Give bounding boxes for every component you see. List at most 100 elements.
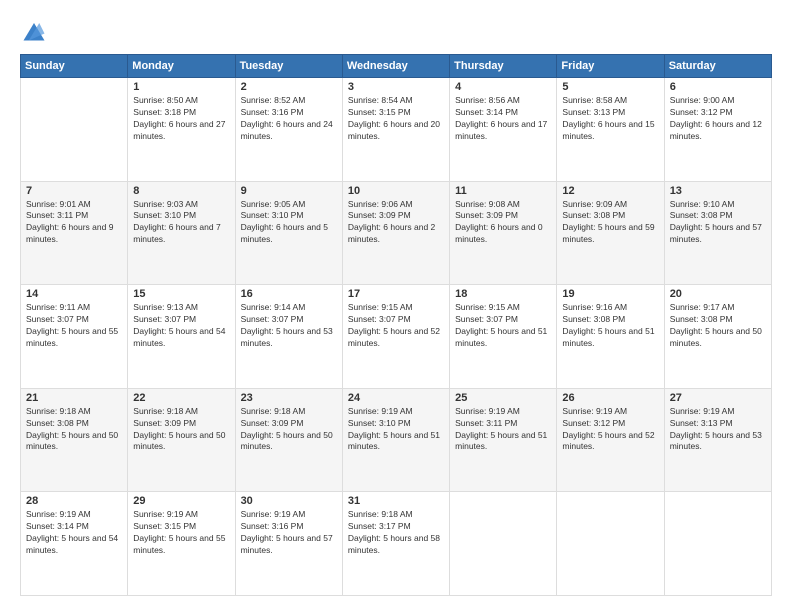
weekday-header: Wednesday — [342, 55, 449, 78]
day-info: Sunrise: 9:18 AMSunset: 3:09 PMDaylight:… — [133, 406, 229, 454]
day-number: 26 — [562, 392, 658, 404]
day-info: Sunrise: 9:08 AMSunset: 3:09 PMDaylight:… — [455, 199, 551, 247]
calendar-cell — [21, 78, 128, 182]
calendar-cell: 13 Sunrise: 9:10 AMSunset: 3:08 PMDayligh… — [664, 181, 771, 285]
day-number: 17 — [348, 288, 444, 300]
weekday-header: Saturday — [664, 55, 771, 78]
day-info: Sunrise: 9:18 AMSunset: 3:08 PMDaylight:… — [26, 406, 122, 454]
calendar-week-row: 1 Sunrise: 8:50 AMSunset: 3:18 PMDaylight… — [21, 78, 772, 182]
calendar-table: SundayMondayTuesdayWednesdayThursdayFrid… — [20, 54, 772, 596]
weekday-header: Monday — [128, 55, 235, 78]
calendar-cell: 26 Sunrise: 9:19 AMSunset: 3:12 PMDayligh… — [557, 388, 664, 492]
calendar-cell: 18 Sunrise: 9:15 AMSunset: 3:07 PMDayligh… — [450, 285, 557, 389]
day-info: Sunrise: 9:18 AMSunset: 3:09 PMDaylight:… — [241, 406, 337, 454]
day-number: 13 — [670, 185, 766, 197]
calendar-cell: 28Sunrise: 9:19 AMSunset: 3:14 PMDayligh… — [21, 492, 128, 596]
calendar-cell: 24Sunrise: 9:19 AMSunset: 3:10 PMDayligh… — [342, 388, 449, 492]
calendar-cell — [450, 492, 557, 596]
day-number: 21 — [26, 392, 122, 404]
day-info: Sunrise: 9:19 AMSunset: 3:13 PMDaylight:… — [670, 406, 766, 454]
day-number: 14 — [26, 288, 122, 300]
calendar-cell: 5 Sunrise: 8:58 AMSunset: 3:13 PMDaylight… — [557, 78, 664, 182]
day-number: 6 — [670, 81, 766, 93]
calendar-cell: 16 Sunrise: 9:14 AMSunset: 3:07 PMDayligh… — [235, 285, 342, 389]
day-number: 20 — [670, 288, 766, 300]
day-number: 22 — [133, 392, 229, 404]
calendar-cell: 9 Sunrise: 9:05 AMSunset: 3:10 PMDaylight… — [235, 181, 342, 285]
day-number: 18 — [455, 288, 551, 300]
day-number: 9 — [241, 185, 337, 197]
calendar-cell: 17Sunrise: 9:15 AMSunset: 3:07 PMDayligh… — [342, 285, 449, 389]
day-number: 4 — [455, 81, 551, 93]
day-number: 1 — [133, 81, 229, 93]
calendar-cell: 3Sunrise: 8:54 AMSunset: 3:15 PMDaylight… — [342, 78, 449, 182]
calendar-cell: 10 Sunrise: 9:06 AMSunset: 3:09 PMDayligh… — [342, 181, 449, 285]
page: SundayMondayTuesdayWednesdayThursdayFrid… — [0, 0, 792, 612]
day-info: Sunrise: 9:03 AMSunset: 3:10 PMDaylight:… — [133, 199, 229, 247]
day-number: 31 — [348, 495, 444, 507]
day-info: Sunrise: 9:11 AMSunset: 3:07 PMDaylight:… — [26, 302, 122, 350]
logo — [20, 16, 52, 44]
calendar-week-row: 28Sunrise: 9:19 AMSunset: 3:14 PMDayligh… — [21, 492, 772, 596]
calendar-cell: 11 Sunrise: 9:08 AMSunset: 3:09 PMDayligh… — [450, 181, 557, 285]
calendar-cell: 21 Sunrise: 9:18 AMSunset: 3:08 PMDayligh… — [21, 388, 128, 492]
day-number: 27 — [670, 392, 766, 404]
day-number: 5 — [562, 81, 658, 93]
calendar-cell: 20 Sunrise: 9:17 AMSunset: 3:08 PMDayligh… — [664, 285, 771, 389]
day-number: 3 — [348, 81, 444, 93]
day-info: Sunrise: 9:18 AMSunset: 3:17 PMDaylight:… — [348, 509, 444, 557]
calendar-cell — [664, 492, 771, 596]
calendar-week-row: 14 Sunrise: 9:11 AMSunset: 3:07 PMDayligh… — [21, 285, 772, 389]
day-info: Sunrise: 8:52 AMSunset: 3:16 PMDaylight:… — [241, 95, 337, 143]
day-info: Sunrise: 9:05 AMSunset: 3:10 PMDaylight:… — [241, 199, 337, 247]
calendar-cell: 30Sunrise: 9:19 AMSunset: 3:16 PMDayligh… — [235, 492, 342, 596]
calendar-cell: 4Sunrise: 8:56 AMSunset: 3:14 PMDaylight… — [450, 78, 557, 182]
calendar-cell: 1 Sunrise: 8:50 AMSunset: 3:18 PMDaylight… — [128, 78, 235, 182]
calendar-cell: 7 Sunrise: 9:01 AMSunset: 3:11 PMDaylight… — [21, 181, 128, 285]
weekday-header: Friday — [557, 55, 664, 78]
calendar-cell: 22 Sunrise: 9:18 AMSunset: 3:09 PMDayligh… — [128, 388, 235, 492]
day-number: 16 — [241, 288, 337, 300]
day-number: 11 — [455, 185, 551, 197]
day-info: Sunrise: 9:15 AMSunset: 3:07 PMDaylight:… — [455, 302, 551, 350]
day-number: 15 — [133, 288, 229, 300]
day-number: 10 — [348, 185, 444, 197]
calendar-header-row: SundayMondayTuesdayWednesdayThursdayFrid… — [21, 55, 772, 78]
day-info: Sunrise: 9:13 AMSunset: 3:07 PMDaylight:… — [133, 302, 229, 350]
day-info: Sunrise: 8:50 AMSunset: 3:18 PMDaylight:… — [133, 95, 229, 143]
day-number: 23 — [241, 392, 337, 404]
weekday-header: Thursday — [450, 55, 557, 78]
day-info: Sunrise: 9:16 AMSunset: 3:08 PMDaylight:… — [562, 302, 658, 350]
day-info: Sunrise: 9:06 AMSunset: 3:09 PMDaylight:… — [348, 199, 444, 247]
day-info: Sunrise: 9:19 AMSunset: 3:12 PMDaylight:… — [562, 406, 658, 454]
calendar-cell: 2 Sunrise: 8:52 AMSunset: 3:16 PMDaylight… — [235, 78, 342, 182]
calendar-cell: 29 Sunrise: 9:19 AMSunset: 3:15 PMDayligh… — [128, 492, 235, 596]
day-number: 24 — [348, 392, 444, 404]
header — [20, 16, 772, 44]
calendar-cell: 8Sunrise: 9:03 AMSunset: 3:10 PMDaylight… — [128, 181, 235, 285]
calendar-cell: 23 Sunrise: 9:18 AMSunset: 3:09 PMDayligh… — [235, 388, 342, 492]
day-info: Sunrise: 9:00 AMSunset: 3:12 PMDaylight:… — [670, 95, 766, 143]
day-info: Sunrise: 9:09 AMSunset: 3:08 PMDaylight:… — [562, 199, 658, 247]
day-info: Sunrise: 9:01 AMSunset: 3:11 PMDaylight:… — [26, 199, 122, 247]
day-info: Sunrise: 9:19 AMSunset: 3:15 PMDaylight:… — [133, 509, 229, 557]
weekday-header: Tuesday — [235, 55, 342, 78]
day-info: Sunrise: 9:10 AMSunset: 3:08 PMDaylight:… — [670, 199, 766, 247]
day-info: Sunrise: 9:14 AMSunset: 3:07 PMDaylight:… — [241, 302, 337, 350]
day-number: 12 — [562, 185, 658, 197]
day-number: 2 — [241, 81, 337, 93]
calendar-cell — [557, 492, 664, 596]
calendar-cell: 6 Sunrise: 9:00 AMSunset: 3:12 PMDaylight… — [664, 78, 771, 182]
day-number: 29 — [133, 495, 229, 507]
day-number: 19 — [562, 288, 658, 300]
day-info: Sunrise: 9:17 AMSunset: 3:08 PMDaylight:… — [670, 302, 766, 350]
calendar-cell: 27 Sunrise: 9:19 AMSunset: 3:13 PMDayligh… — [664, 388, 771, 492]
calendar-cell: 19 Sunrise: 9:16 AMSunset: 3:08 PMDayligh… — [557, 285, 664, 389]
calendar-cell: 12 Sunrise: 9:09 AMSunset: 3:08 PMDayligh… — [557, 181, 664, 285]
calendar-cell: 31 Sunrise: 9:18 AMSunset: 3:17 PMDayligh… — [342, 492, 449, 596]
day-number: 25 — [455, 392, 551, 404]
day-number: 7 — [26, 185, 122, 197]
day-info: Sunrise: 8:58 AMSunset: 3:13 PMDaylight:… — [562, 95, 658, 143]
calendar-cell: 25 Sunrise: 9:19 AMSunset: 3:11 PMDayligh… — [450, 388, 557, 492]
day-info: Sunrise: 9:19 AMSunset: 3:11 PMDaylight:… — [455, 406, 551, 454]
